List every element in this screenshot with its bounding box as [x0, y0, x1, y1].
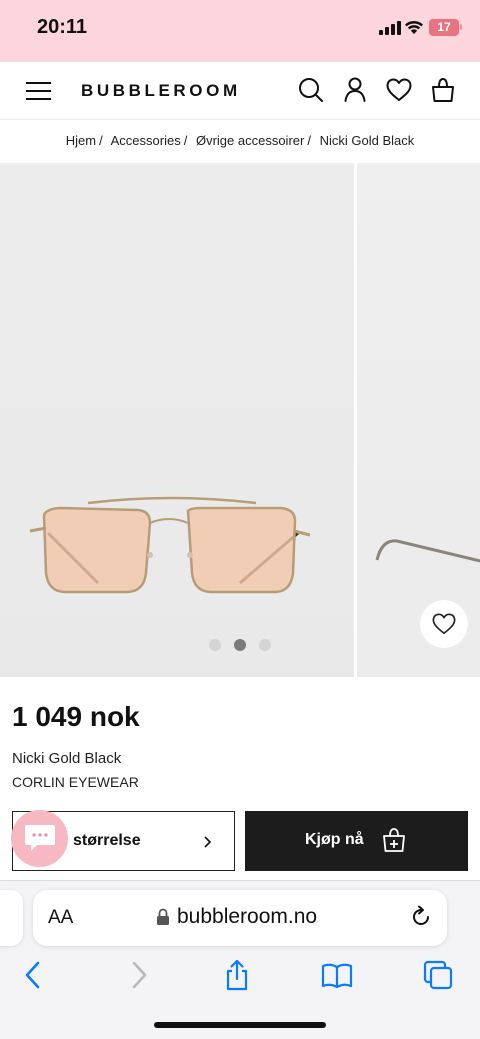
breadcrumb-item-other-accessories[interactable]: Øvrige accessoirer: [196, 133, 304, 148]
tabs-icon[interactable]: [422, 959, 454, 991]
bag-icon[interactable]: [429, 76, 457, 104]
breadcrumb-separator: /: [307, 133, 311, 148]
lock-icon: [157, 908, 169, 925]
heart-icon[interactable]: [385, 76, 413, 104]
forward-icon[interactable]: [122, 959, 154, 991]
product-brand[interactable]: CORLIN EYEWEAR: [12, 774, 139, 790]
buy-now-label: Kjøp nå: [305, 831, 364, 848]
previous-tab-preview[interactable]: [0, 890, 23, 946]
account-icon[interactable]: [341, 76, 369, 104]
breadcrumb-item-current[interactable]: Nicki Gold Black: [320, 133, 415, 148]
buy-now-button[interactable]: Kjøp nå: [245, 811, 468, 871]
bookmarks-icon[interactable]: [321, 959, 353, 991]
battery-tip: [460, 24, 462, 30]
site-logo[interactable]: BUBBLEROOM: [81, 81, 241, 101]
pagination-dot-active[interactable]: [234, 639, 246, 651]
heart-icon: [432, 613, 456, 635]
product-name: Nicki Gold Black: [12, 750, 122, 767]
status-time: 20:11: [37, 16, 88, 38]
battery-icon: 17: [429, 19, 459, 36]
chat-button[interactable]: [11, 810, 68, 867]
breadcrumb-item-accessories[interactable]: Accessories: [111, 133, 181, 148]
wifi-icon: [405, 20, 423, 34]
breadcrumb-separator: /: [99, 133, 103, 148]
add-to-wishlist-button[interactable]: [420, 600, 468, 648]
chat-icon: [25, 825, 55, 851]
cellular-signal-icon: [379, 21, 401, 35]
site-header: BUBBLEROOM: [0, 62, 480, 120]
battery-level: 17: [437, 20, 451, 34]
add-to-bag-icon: [383, 828, 405, 852]
status-bar: 20:11 17: [0, 0, 480, 62]
gallery-slide-active[interactable]: [0, 163, 354, 677]
pagination-dot[interactable]: [209, 639, 221, 651]
menu-icon[interactable]: [26, 80, 51, 102]
breadcrumb: Hjem / Accessories / Øvrige accessoirer / N…: [0, 133, 480, 148]
product-image-side: [375, 539, 480, 563]
product-gallery[interactable]: [0, 163, 480, 677]
product-image-sunglasses: [29, 496, 311, 594]
select-size-label: størrelse: [73, 832, 141, 849]
address-bar[interactable]: AA bubbleroom.no: [33, 890, 447, 946]
search-icon[interactable]: [297, 76, 325, 104]
pagination-dot[interactable]: [259, 639, 271, 651]
product-price: 1 049 nok: [12, 701, 140, 732]
home-indicator[interactable]: [154, 1022, 326, 1028]
back-icon[interactable]: [18, 959, 50, 991]
browser-bottom-bar: AA bubbleroom.no: [0, 880, 480, 1039]
reload-icon[interactable]: [409, 905, 433, 929]
reader-settings-button[interactable]: AA: [48, 907, 73, 929]
breadcrumb-separator: /: [183, 133, 188, 148]
chevron-right-icon: [204, 836, 212, 848]
breadcrumb-item-home[interactable]: Hjem: [66, 133, 96, 148]
gallery-slide-next[interactable]: [357, 163, 480, 677]
url-text[interactable]: bubbleroom.no: [177, 905, 317, 929]
share-icon[interactable]: [221, 959, 253, 991]
